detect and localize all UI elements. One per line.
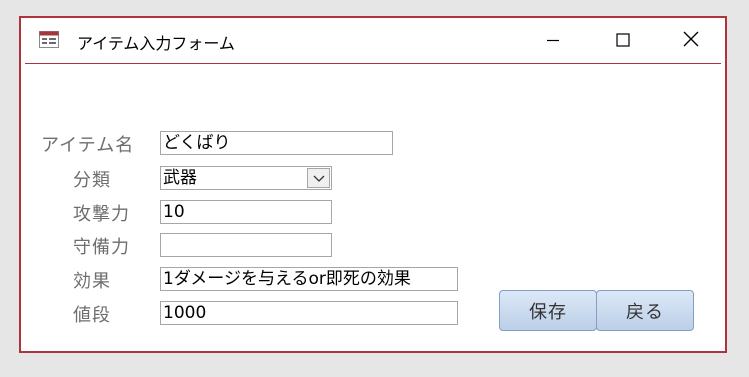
- defense-input[interactable]: [160, 233, 332, 257]
- attack-input[interactable]: 10: [160, 200, 332, 224]
- title-bar[interactable]: アイテム入力フォーム: [21, 18, 725, 63]
- form-icon: [39, 31, 59, 48]
- category-combobox[interactable]: 武器: [160, 166, 332, 190]
- title-divider: [25, 63, 721, 64]
- price-label: 値段: [73, 305, 111, 326]
- effect-label: 効果: [73, 271, 111, 292]
- minimize-icon: [546, 32, 560, 51]
- maximize-button[interactable]: [603, 26, 643, 56]
- item-name-input[interactable]: どくばり: [160, 131, 393, 155]
- close-button[interactable]: [671, 26, 711, 56]
- attack-label: 攻撃力: [73, 204, 130, 225]
- item-name-label: アイテム名: [41, 135, 135, 156]
- category-value: 武器: [163, 168, 197, 188]
- category-dropdown-button[interactable]: [307, 168, 330, 188]
- maximize-icon: [616, 32, 630, 51]
- category-label: 分類: [73, 170, 111, 191]
- minimize-button[interactable]: [533, 26, 573, 56]
- close-icon: [683, 31, 699, 51]
- chevron-down-icon: [313, 167, 325, 189]
- form-window: アイテム入力フォーム アイテム名 どくばり 分類 武器 攻撃力 10 守備力 効…: [19, 16, 727, 353]
- window-title: アイテム入力フォーム: [77, 34, 235, 53]
- back-button[interactable]: 戻る: [596, 290, 694, 331]
- save-button[interactable]: 保存: [499, 290, 597, 331]
- defense-label: 守備力: [73, 237, 130, 258]
- effect-input[interactable]: 1ダメージを与えるor即死の効果: [160, 267, 458, 291]
- price-input[interactable]: 1000: [160, 301, 458, 325]
